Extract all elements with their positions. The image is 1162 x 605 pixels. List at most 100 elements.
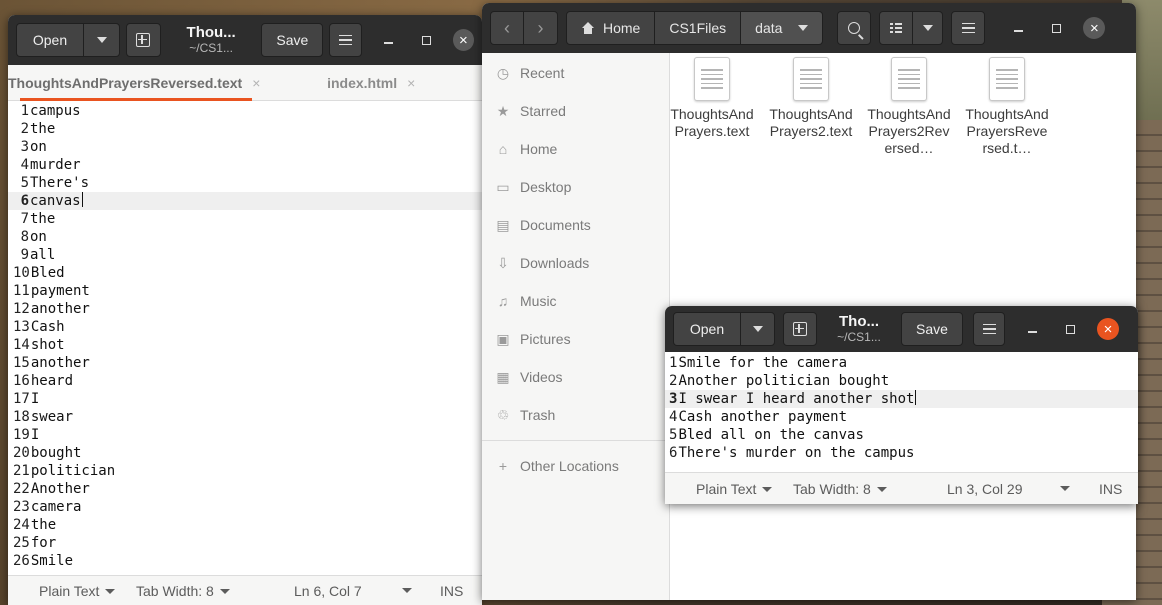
text-editor-area[interactable]: 1 campus 2 the 3 on 4 murder 5 There's 6 canvas 7 the… (8, 101, 482, 575)
close-button[interactable]: × (452, 29, 475, 51)
editor-line[interactable]: 12 another (8, 300, 482, 318)
editor-line[interactable]: 18 swear (8, 408, 482, 426)
editor-line[interactable]: 13 Cash (8, 318, 482, 336)
tab-thoughts-reversed[interactable]: ThoughtsAndPrayersReversed.text × (8, 65, 260, 101)
file-item[interactable]: ThoughtsAndPrayersReversed.t… (962, 57, 1052, 157)
back-button[interactable]: ‹ (490, 11, 524, 45)
file-item[interactable]: ThoughtsAndPrayers2Reversed… (864, 57, 954, 157)
editor-line[interactable]: 25 for (8, 534, 482, 552)
sidebar-item-home[interactable]: ⌂ Home (482, 130, 669, 168)
editor-line[interactable]: 1 campus (8, 102, 482, 120)
sidebar-item-trash[interactable]: ♲ Trash (482, 396, 669, 434)
editor-line[interactable]: 24 the (8, 516, 482, 534)
view-options-dropdown[interactable] (913, 11, 944, 45)
menu-button[interactable] (329, 23, 363, 57)
sidebar-item-music[interactable]: ♫ Music (482, 282, 669, 320)
editor-line[interactable]: 2 the (8, 120, 482, 138)
language-selector[interactable]: Plain Text (39, 583, 116, 599)
editor-line[interactable]: 14 shot (8, 336, 482, 354)
file-item[interactable]: ThoughtsAndPrayers2.text (766, 57, 856, 140)
search-button[interactable] (837, 11, 872, 45)
insert-mode[interactable]: INS (1099, 481, 1122, 497)
editor-line[interactable]: 4 murder (8, 156, 482, 174)
sidebar-item-other-locations[interactable]: + Other Locations (482, 447, 669, 485)
open-recent-dropdown[interactable] (84, 23, 120, 57)
cursor-position[interactable]: Ln 3, Col 29 (947, 481, 1023, 497)
menu-button[interactable] (973, 312, 1005, 346)
tab-close-icon[interactable]: × (407, 75, 415, 91)
editor-line[interactable]: 16 heard (8, 372, 482, 390)
editor-line[interactable]: 5 Bled all on the canvas (665, 426, 1138, 444)
editor-line[interactable]: 20 bought (8, 444, 482, 462)
list-view-button[interactable] (879, 11, 914, 45)
editor-line[interactable]: 1 Smile for the camera (665, 354, 1138, 372)
forward-button[interactable]: › (524, 11, 558, 45)
editor-line[interactable]: 17 I (8, 390, 482, 408)
text-file-icon (891, 57, 927, 101)
editor-line[interactable]: 15 another (8, 354, 482, 372)
sidebar-item-desktop[interactable]: ▭ Desktop (482, 168, 669, 206)
maximize-button[interactable] (1059, 318, 1081, 340)
editor-line[interactable]: 9 all (8, 246, 482, 264)
editor-line[interactable]: 3 on (8, 138, 482, 156)
tab-width-selector[interactable]: Tab Width: 8 (793, 481, 887, 497)
line-text: on (30, 229, 47, 245)
maximize-button[interactable] (415, 29, 436, 51)
editor-line[interactable]: 3I swear I heard another shot (665, 390, 1138, 408)
sidebar-item-label: Music (520, 293, 557, 309)
line-text: politician (30, 463, 116, 479)
insert-mode[interactable]: INS (440, 583, 463, 599)
editor-line[interactable]: 8 on (8, 228, 482, 246)
editor-line[interactable]: 2 Another politician bought (665, 372, 1138, 390)
new-tab-button[interactable] (783, 312, 817, 346)
sidebar-item-downloads[interactable]: ⇩ Downloads (482, 244, 669, 282)
save-button[interactable]: Save (261, 23, 324, 57)
sidebar-item-documents[interactable]: ▤ Documents (482, 206, 669, 244)
editor-line[interactable]: 11 payment (8, 282, 482, 300)
pictures-icon: ▣ (496, 330, 510, 347)
close-button[interactable]: × (1083, 17, 1106, 39)
sidebar-item-label: Downloads (520, 255, 590, 271)
maximize-button[interactable] (1045, 17, 1067, 39)
menu-button[interactable] (951, 11, 986, 45)
position-dropdown[interactable] (402, 588, 412, 593)
new-tab-button[interactable] (126, 23, 161, 57)
editor-line[interactable]: 4 Cash another payment (665, 408, 1138, 426)
open-button[interactable]: Open (16, 23, 84, 57)
cursor-position[interactable]: Ln 6, Col 7 (294, 583, 362, 599)
line-text: swear (30, 409, 74, 425)
tab-close-icon[interactable]: × (252, 75, 260, 91)
open-button[interactable]: Open (673, 312, 741, 346)
minimize-button[interactable] (378, 29, 399, 51)
editor-line[interactable]: 23 camera (8, 498, 482, 516)
editor-line[interactable]: 6 There's murder on the campus (665, 444, 1138, 462)
editor-line[interactable]: 7 the (8, 210, 482, 228)
editor-line[interactable]: 21 politician (8, 462, 482, 480)
sidebar-item-starred[interactable]: ★ Starred (482, 92, 669, 130)
line-text: payment (30, 283, 90, 299)
tab-index-html[interactable]: index.html × (260, 65, 482, 100)
save-button[interactable]: Save (901, 312, 963, 346)
line-number: 19 (13, 427, 30, 443)
editor-line[interactable]: 10 Bled (8, 264, 482, 282)
open-recent-dropdown[interactable] (741, 312, 775, 346)
close-button[interactable]: × (1097, 318, 1119, 340)
file-item[interactable]: ThoughtsAndPrayers.text (667, 57, 757, 140)
tab-width-selector[interactable]: Tab Width: 8 (136, 583, 230, 599)
breadcrumb-data[interactable]: data (741, 11, 824, 45)
editor-line[interactable]: 26 Smile (8, 552, 482, 570)
editor-line[interactable]: 19 I (8, 426, 482, 444)
sidebar-item-videos[interactable]: ▦ Videos (482, 358, 669, 396)
position-dropdown[interactable] (1060, 486, 1070, 491)
language-selector[interactable]: Plain Text (696, 481, 773, 497)
sidebar-item-pictures[interactable]: ▣ Pictures (482, 320, 669, 358)
breadcrumb-cs1files[interactable]: CS1Files (655, 11, 742, 45)
minimize-button[interactable] (1021, 318, 1043, 340)
editor-line[interactable]: 5 There's (8, 174, 482, 192)
minimize-button[interactable] (1007, 17, 1029, 39)
editor-line[interactable]: 22 Another (8, 480, 482, 498)
breadcrumb-home[interactable]: Home (566, 11, 656, 45)
editor-line[interactable]: 6 canvas (8, 192, 482, 210)
sidebar-item-recent[interactable]: ◷ Recent (482, 54, 669, 92)
text-editor-area[interactable]: 1 Smile for the camera 2 Another politician… (665, 352, 1138, 472)
